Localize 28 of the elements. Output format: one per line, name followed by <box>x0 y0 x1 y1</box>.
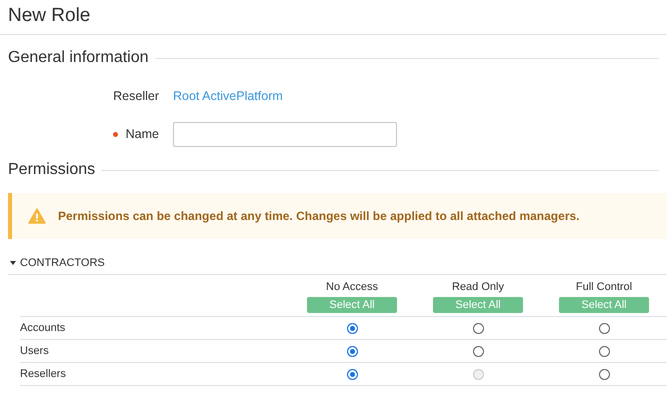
column-header: Read Only <box>451 280 505 294</box>
radio-button[interactable] <box>472 346 484 357</box>
name-input-field[interactable] <box>173 122 397 146</box>
column-header: No Access <box>325 280 379 294</box>
column-header: Full Control <box>574 280 634 294</box>
radio-button[interactable] <box>346 346 358 357</box>
radio-button[interactable] <box>346 368 358 380</box>
field-label: Reseller <box>113 88 159 105</box>
field-label: Name <box>126 126 159 143</box>
select-all-button[interactable]: Select All <box>559 297 649 313</box>
radio-button[interactable] <box>598 346 610 357</box>
select-all-button[interactable]: Select All <box>307 297 397 313</box>
page-title: New Role <box>0 0 667 35</box>
radio-button[interactable] <box>472 322 484 334</box>
radio-button[interactable] <box>346 322 358 334</box>
row-label: Users <box>20 344 49 357</box>
reseller-link[interactable]: Root ActivePlatform <box>173 86 283 106</box>
warning-icon <box>28 208 46 224</box>
section-heading: Permissions <box>8 160 96 180</box>
alert-text: Permissions can be changed at any time. Changes will be applied to all attached managers. <box>58 208 580 225</box>
row-label: Resellers <box>20 368 66 380</box>
section-toggle[interactable]: CONTRACTORS <box>8 253 667 274</box>
select-all-button[interactable]: Select All <box>433 297 523 313</box>
radio-button[interactable] <box>598 322 610 334</box>
caret-icon <box>10 260 16 266</box>
row-label: Accounts <box>20 322 66 334</box>
radio-button[interactable] <box>598 368 610 380</box>
section-heading: General information <box>8 48 149 68</box>
